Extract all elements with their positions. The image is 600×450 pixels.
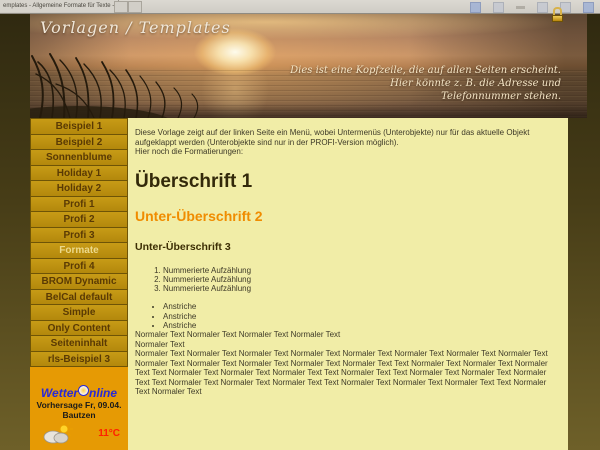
logo-text-nline: nline [89, 386, 117, 400]
heading-3: Unter-Überschrift 3 [135, 241, 558, 253]
help-icon[interactable] [583, 2, 594, 13]
app-window: emplates - Allgemeine Formate für Texte … [0, 0, 600, 450]
sidebar-item-rls-beispiel-3[interactable]: rls-Beispiel 3 [30, 351, 128, 368]
tagline-line-1: Dies ist eine Kopfzeile, die auf allen S… [290, 64, 561, 77]
header-tagline: Dies ist eine Kopfzeile, die auf allen S… [290, 64, 561, 103]
sidebar-item-holiday-2[interactable]: Holiday 2 [30, 180, 128, 197]
normal-text-line: Normaler Text [135, 340, 558, 350]
page-title: Vorlagen / Templates [40, 18, 231, 37]
sidebar-item-profi-4[interactable]: Profi 4 [30, 258, 128, 275]
logo-text-wetter: Wetter [41, 386, 78, 400]
heading-1: Überschrift 1 [135, 171, 558, 193]
sidebar-item-only-content[interactable]: Only Content [30, 320, 128, 337]
minimize-icon[interactable] [516, 6, 525, 9]
numbered-list: Nummerierte Aufzählung Nummerierte Aufzä… [135, 266, 558, 294]
sidebar-item-belcal-default[interactable]: BelCal default [30, 289, 128, 306]
browser-chrome: emplates - Allgemeine Formate für Texte … [0, 0, 600, 14]
tagline-line-3: Telefonnummer stehen. [290, 90, 561, 103]
tab-scroll-right-button[interactable] [128, 1, 142, 13]
intro-paragraph: Diese Vorlage zeigt auf der linken Seite… [135, 128, 558, 147]
weather-widget: Wetter nline Vorhersage Fr, 09.04. Bautze… [30, 385, 128, 450]
dune-grass-silhouette [30, 48, 220, 118]
temperature-value: 11°C [98, 428, 120, 439]
page-icon[interactable] [493, 2, 504, 13]
sidebar-item-beispiel-1[interactable]: Beispiel 1 [30, 118, 128, 135]
browser-toolbar-icons [470, 2, 594, 13]
sidebar-item-beispiel-2[interactable]: Beispiel 2 [30, 134, 128, 151]
template-menu: Beispiel 1 Beispiel 2 Sonnenblume Holida… [30, 119, 128, 367]
numbered-item: Nummerierte Aufzählung [163, 275, 558, 284]
sidebar-item-profi-1[interactable]: Profi 1 [30, 196, 128, 213]
main-content: Diese Vorlage zeigt auf der linken Seite… [128, 118, 568, 450]
browser-tab[interactable]: emplates - Allgemeine Formate für Texte … [0, 0, 119, 12]
forecast-city: Bautzen [30, 410, 128, 420]
sidebar-item-brom-dynamic[interactable]: BROM Dynamic [30, 273, 128, 290]
normal-text-line: Normaler Text Normaler Text Normaler Tex… [135, 330, 558, 340]
tab-scroll-left-button[interactable] [114, 1, 128, 13]
sun-o-icon [78, 385, 89, 396]
heading-2: Unter-Überschrift 2 [135, 208, 558, 224]
numbered-item: Nummerierte Aufzählung [163, 266, 558, 275]
sidebar: Beispiel 1 Beispiel 2 Sonnenblume Holida… [30, 118, 128, 450]
lock-icon [552, 7, 563, 20]
sidebar-item-profi-2[interactable]: Profi 2 [30, 211, 128, 228]
bullet-item: Anstriche [163, 302, 558, 311]
forecast-date: Vorhersage Fr, 09.04. [30, 400, 128, 410]
print-icon[interactable] [470, 2, 481, 13]
sidebar-item-profi-3[interactable]: Profi 3 [30, 227, 128, 244]
sidebar-item-holiday-1[interactable]: Holiday 1 [30, 165, 128, 182]
wetteronline-logo[interactable]: Wetter nline [30, 385, 128, 400]
sidebar-item-formate[interactable]: Formate [30, 242, 128, 259]
sidebar-item-simple[interactable]: Simple [30, 304, 128, 321]
cascade-icon[interactable] [537, 2, 548, 13]
bullet-list: Anstriche Anstriche Anstriche [135, 302, 558, 330]
numbered-item: Nummerierte Aufzählung [163, 284, 558, 293]
formats-line: Hier noch die Formatierungen: [135, 147, 558, 157]
sidebar-item-seiteninhalt[interactable]: Seiteninhalt [30, 335, 128, 352]
normal-text-paragraph: Normaler Text Normaler Text Normaler Tex… [135, 330, 558, 349]
sidebar-item-sonnenblume[interactable]: Sonnenblume [30, 149, 128, 166]
normal-text-long-paragraph: Normaler Text Normaler Text Normaler Tex… [135, 349, 558, 397]
partly-cloudy-icon [40, 422, 74, 444]
bullet-item: Anstriche [163, 321, 558, 330]
tagline-line-2: Hier könnte z. B. die Adresse und [290, 77, 561, 90]
header-banner: Vorlagen / Templates Dies ist eine Kopfz… [30, 14, 587, 118]
bullet-item: Anstriche [163, 312, 558, 321]
